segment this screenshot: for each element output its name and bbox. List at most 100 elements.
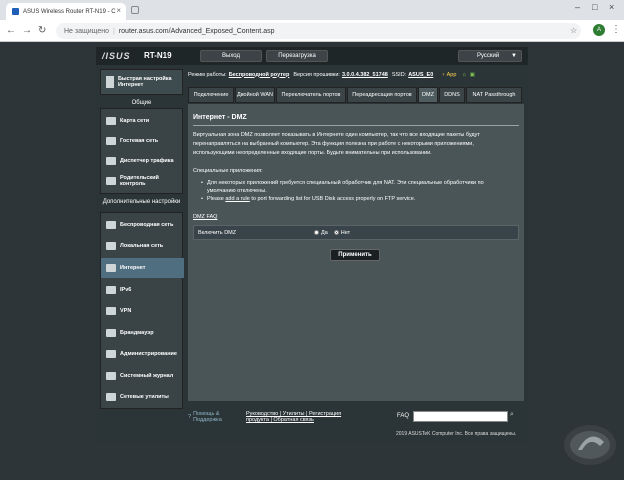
content-panel: Интернет - DMZ Виртуальная зона DMZ позв… <box>188 104 524 401</box>
address-bar[interactable]: Не защищено | router.asus.com/Advanced_E… <box>56 23 581 39</box>
special-apps-label: Специальные приложения: <box>193 168 263 174</box>
sidebar-item-wan[interactable]: Интернет <box>101 258 184 278</box>
language-select[interactable]: Русский ▼ <box>458 50 522 62</box>
quick-setup-label: Быстрая настройка Интернет <box>117 76 172 88</box>
reboot-button[interactable]: Перезагрузка <box>266 50 328 62</box>
sidebar-item-parental-control[interactable]: Родительский контроль <box>101 171 184 191</box>
url-text: router.asus.com/Advanced_Exposed_Content… <box>118 27 275 35</box>
sidebar-item-administration[interactable]: Администрирование <box>101 344 184 364</box>
network-status-icon[interactable]: ▣ <box>470 72 475 78</box>
sidebar-item-label: Администрирование <box>120 351 177 357</box>
tab-dual-wan[interactable]: Двойной WAN <box>235 87 275 103</box>
ssid-label: SSID: <box>391 71 407 78</box>
faq-search-input[interactable] <box>413 411 508 422</box>
back-icon[interactable]: ← <box>6 25 16 36</box>
sidebar-item-label: Брандмауэр <box>120 330 154 336</box>
sidebar-item-lan[interactable]: Локальная сеть <box>101 236 184 256</box>
watermark-logo <box>564 425 616 465</box>
apply-button[interactable]: Применить <box>330 249 380 261</box>
add-rule-link[interactable]: add a rule <box>225 196 249 202</box>
quick-setup-button[interactable]: Быстрая настройка Интернет <box>100 69 183 95</box>
close-tab-icon[interactable]: × <box>116 6 121 15</box>
chevron-down-icon: ▼ <box>511 53 517 59</box>
bullet-text: to port forwarding list for USB Disk acc… <box>251 196 416 202</box>
dmz-no-radio[interactable]: Нет <box>333 230 350 236</box>
admin-icon <box>106 350 116 358</box>
footer-link-row2[interactable]: продукта | Обратная связь <box>246 417 314 423</box>
traffic-manager-icon <box>106 157 116 165</box>
browser-tab[interactable]: ASUS Wireless Router RT-N19 - C × <box>6 3 126 20</box>
mode-value[interactable]: Беспроводной роутер <box>229 72 290 78</box>
firmware-label: Версия прошивки: <box>293 71 340 78</box>
language-value: Русский <box>477 53 500 59</box>
sidebar-item-network-map[interactable]: Карта сети <box>101 111 184 131</box>
bullet-nat-handlers: Для некоторых приложений требуется специ… <box>201 179 507 195</box>
title-divider <box>193 125 519 126</box>
sidebar-item-label: Родительский контроль <box>120 175 159 187</box>
system-log-icon <box>106 372 116 380</box>
sidebar-item-network-tools[interactable]: Сетевые утилиты <box>101 387 184 407</box>
sidebar-item-wireless[interactable]: Беспроводная сеть <box>101 215 184 235</box>
dmz-faq-link[interactable]: DMZ FAQ <box>193 214 217 220</box>
sidebar-item-guest-network[interactable]: Гостевая сеть <box>101 131 184 151</box>
sidebar-item-label: Карта сети <box>120 118 150 124</box>
sidebar-item-vpn[interactable]: VPN <box>101 301 184 321</box>
sidebar-item-firewall[interactable]: Брандмауэр <box>101 323 184 343</box>
router-page: /ISUS RT-N19 Выход Перезагрузка Русский … <box>96 47 528 442</box>
tab-nat-passthrough[interactable]: NAT Passthrough <box>466 87 522 103</box>
tab-ddns[interactable]: DDNS <box>439 87 465 103</box>
description-text: Виртуальная зона DMZ позволяет показыват… <box>193 132 480 156</box>
search-icon[interactable]: ⌕ <box>510 411 514 419</box>
minimize-icon[interactable]: – <box>575 2 580 12</box>
sidebar-item-system-log[interactable]: Системный журнал <box>101 366 184 386</box>
mode-label: Режим работы: <box>188 71 227 78</box>
sidebar-item-label: Диспетчер трафика <box>120 158 174 164</box>
radio-label: Да <box>321 229 328 236</box>
tab-dmz[interactable]: DMZ <box>418 87 438 103</box>
tab-port-forwarding[interactable]: Переадресация портов <box>347 87 417 103</box>
network-map-icon <box>106 117 116 125</box>
footer: ? Помощь & Поддержка Руководство | Утили… <box>188 407 524 427</box>
bookmark-star-icon[interactable]: ☆ <box>570 26 577 35</box>
radio-selected-icon <box>333 230 339 235</box>
tab-port-switch[interactable]: Переключатель портов <box>276 87 346 103</box>
ssid-value[interactable]: ASUS_E0 <box>408 72 433 78</box>
enable-dmz-row: Включить DMZ Да Нет <box>193 225 519 240</box>
copyright: 2019 ASUSTeK Computer Inc. Все права защ… <box>396 431 517 437</box>
asus-logo: /ISUS <box>102 51 131 61</box>
sidebar-item-label: Беспроводная сеть <box>120 222 174 228</box>
sidebar-item-ipv6[interactable]: IPv6 <box>101 280 184 300</box>
not-secure-label: Не защищено <box>64 27 109 35</box>
lan-icon <box>106 242 116 250</box>
avatar[interactable]: A <box>593 24 605 36</box>
globe-icon <box>106 264 116 272</box>
ipv6-icon <box>106 286 116 294</box>
model-name: RT-N19 <box>144 51 172 60</box>
tab-connection[interactable]: Подключение <box>188 87 234 103</box>
maximize-icon[interactable]: □ <box>592 2 597 12</box>
sidebar-item-label: Гостевая сеть <box>120 138 159 144</box>
close-window-icon[interactable]: × <box>609 2 614 12</box>
app-link[interactable]: ♀ App <box>441 72 456 78</box>
logout-button[interactable]: Выход <box>200 50 262 62</box>
advanced-heading: Дополнительные настройки <box>102 199 181 205</box>
sidebar-item-label: Локальная сеть <box>120 243 164 249</box>
new-tab-button[interactable] <box>131 6 139 14</box>
help-support-link[interactable]: Помощь & Поддержка <box>193 411 229 423</box>
router-topbar: /ISUS RT-N19 Выход Перезагрузка Русский … <box>96 47 528 65</box>
enable-dmz-label: Включить DMZ <box>198 229 237 236</box>
firewall-icon <box>106 329 116 337</box>
forward-icon[interactable]: → <box>22 25 32 36</box>
browser-tab-title: ASUS Wireless Router RT-N19 - C <box>23 8 116 15</box>
usb-icon[interactable]: ⌂ <box>462 72 465 78</box>
sidebar-item-traffic-manager[interactable]: Диспетчер трафика <box>101 151 184 171</box>
reload-icon[interactable]: ↻ <box>38 25 46 36</box>
browser-menu-icon[interactable]: ⋮ <box>611 24 621 35</box>
firmware-value[interactable]: 3.0.0.4.382_51748 <box>342 72 388 78</box>
dmz-yes-radio[interactable]: Да <box>314 230 328 236</box>
radio-icon <box>314 230 319 235</box>
help-icon: ? <box>188 414 192 420</box>
sidebar-item-label: Системный журнал <box>120 373 174 379</box>
sidebar-item-label: VPN <box>120 308 132 314</box>
app-icon: ♀ <box>441 71 446 78</box>
